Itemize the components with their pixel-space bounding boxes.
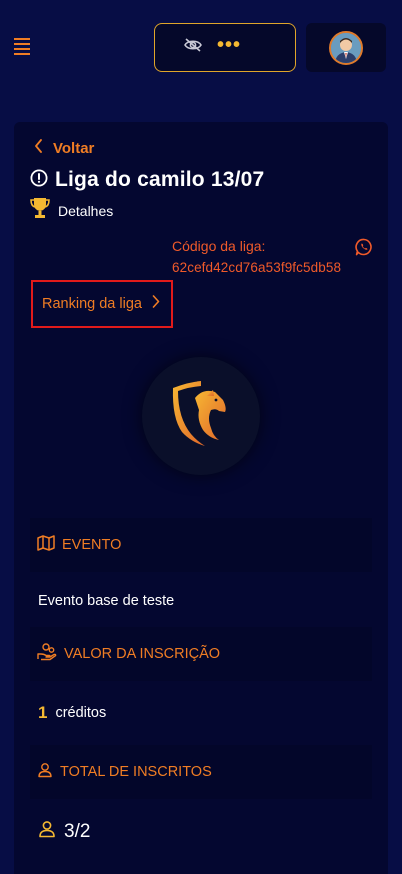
event-section-header: EVENTO bbox=[30, 518, 372, 572]
subscribers-count: 3/2 bbox=[64, 821, 91, 842]
league-logo bbox=[142, 357, 260, 475]
event-name: Evento base de teste bbox=[38, 593, 175, 609]
balance-toggle[interactable]: ••• bbox=[154, 23, 296, 72]
fee-section-header: VALOR DA INSCRIÇÃO bbox=[30, 627, 372, 681]
trophy-icon bbox=[30, 196, 50, 225]
league-code: Código da liga: 62cefd42cd76a53f9fc5db58 bbox=[172, 238, 341, 275]
eye-off-icon[interactable] bbox=[183, 37, 203, 58]
top-bar: ••• bbox=[0, 0, 402, 100]
league-code-value: 62cefd42cd76a53f9fc5db58 bbox=[172, 260, 342, 275]
hamburger-menu-icon[interactable] bbox=[14, 38, 36, 58]
map-icon bbox=[37, 534, 55, 556]
ranking-label: Ranking da liga bbox=[42, 296, 142, 312]
avatar[interactable] bbox=[329, 30, 363, 65]
subscribers-value: 3/2 bbox=[38, 820, 90, 844]
details-label: Detalhes bbox=[58, 202, 114, 219]
balance-masked: ••• bbox=[217, 33, 242, 56]
ranking-link[interactable]: Ranking da liga bbox=[31, 280, 173, 328]
subscribers-section-header: TOTAL DE INSCRITOS bbox=[30, 745, 372, 799]
fee-unit: créditos bbox=[55, 705, 107, 721]
profile-button[interactable] bbox=[306, 23, 386, 72]
chevron-right-icon bbox=[152, 295, 160, 313]
fee-value: 1 créditos bbox=[38, 703, 106, 723]
fee-header-label: VALOR DA INSCRIÇÃO bbox=[64, 646, 221, 662]
fee-amount: 1 bbox=[38, 703, 48, 722]
chevron-left-icon bbox=[34, 139, 43, 158]
whatsapp-share-icon[interactable] bbox=[355, 238, 373, 261]
details-row: Detalhes bbox=[30, 196, 113, 225]
page-title: Liga do camilo 13/07 bbox=[55, 168, 265, 191]
hand-coins-icon bbox=[37, 642, 57, 666]
back-button[interactable]: Voltar bbox=[34, 139, 94, 158]
league-code-label: Código da liga: bbox=[172, 238, 266, 254]
page-title-row: Liga do camilo 13/07 bbox=[30, 168, 264, 192]
event-header-label: EVENTO bbox=[62, 537, 122, 553]
user-icon bbox=[37, 762, 53, 783]
alert-circle-icon bbox=[30, 169, 48, 192]
event-value: Evento base de teste bbox=[38, 593, 174, 609]
back-label: Voltar bbox=[53, 140, 95, 157]
subscribers-header-label: TOTAL DE INSCRITOS bbox=[60, 764, 212, 780]
league-card: Voltar Liga do camilo 13/07 Detalhes Cód… bbox=[14, 122, 388, 874]
user-count-icon bbox=[38, 820, 56, 844]
horse-shield-icon bbox=[167, 378, 235, 455]
